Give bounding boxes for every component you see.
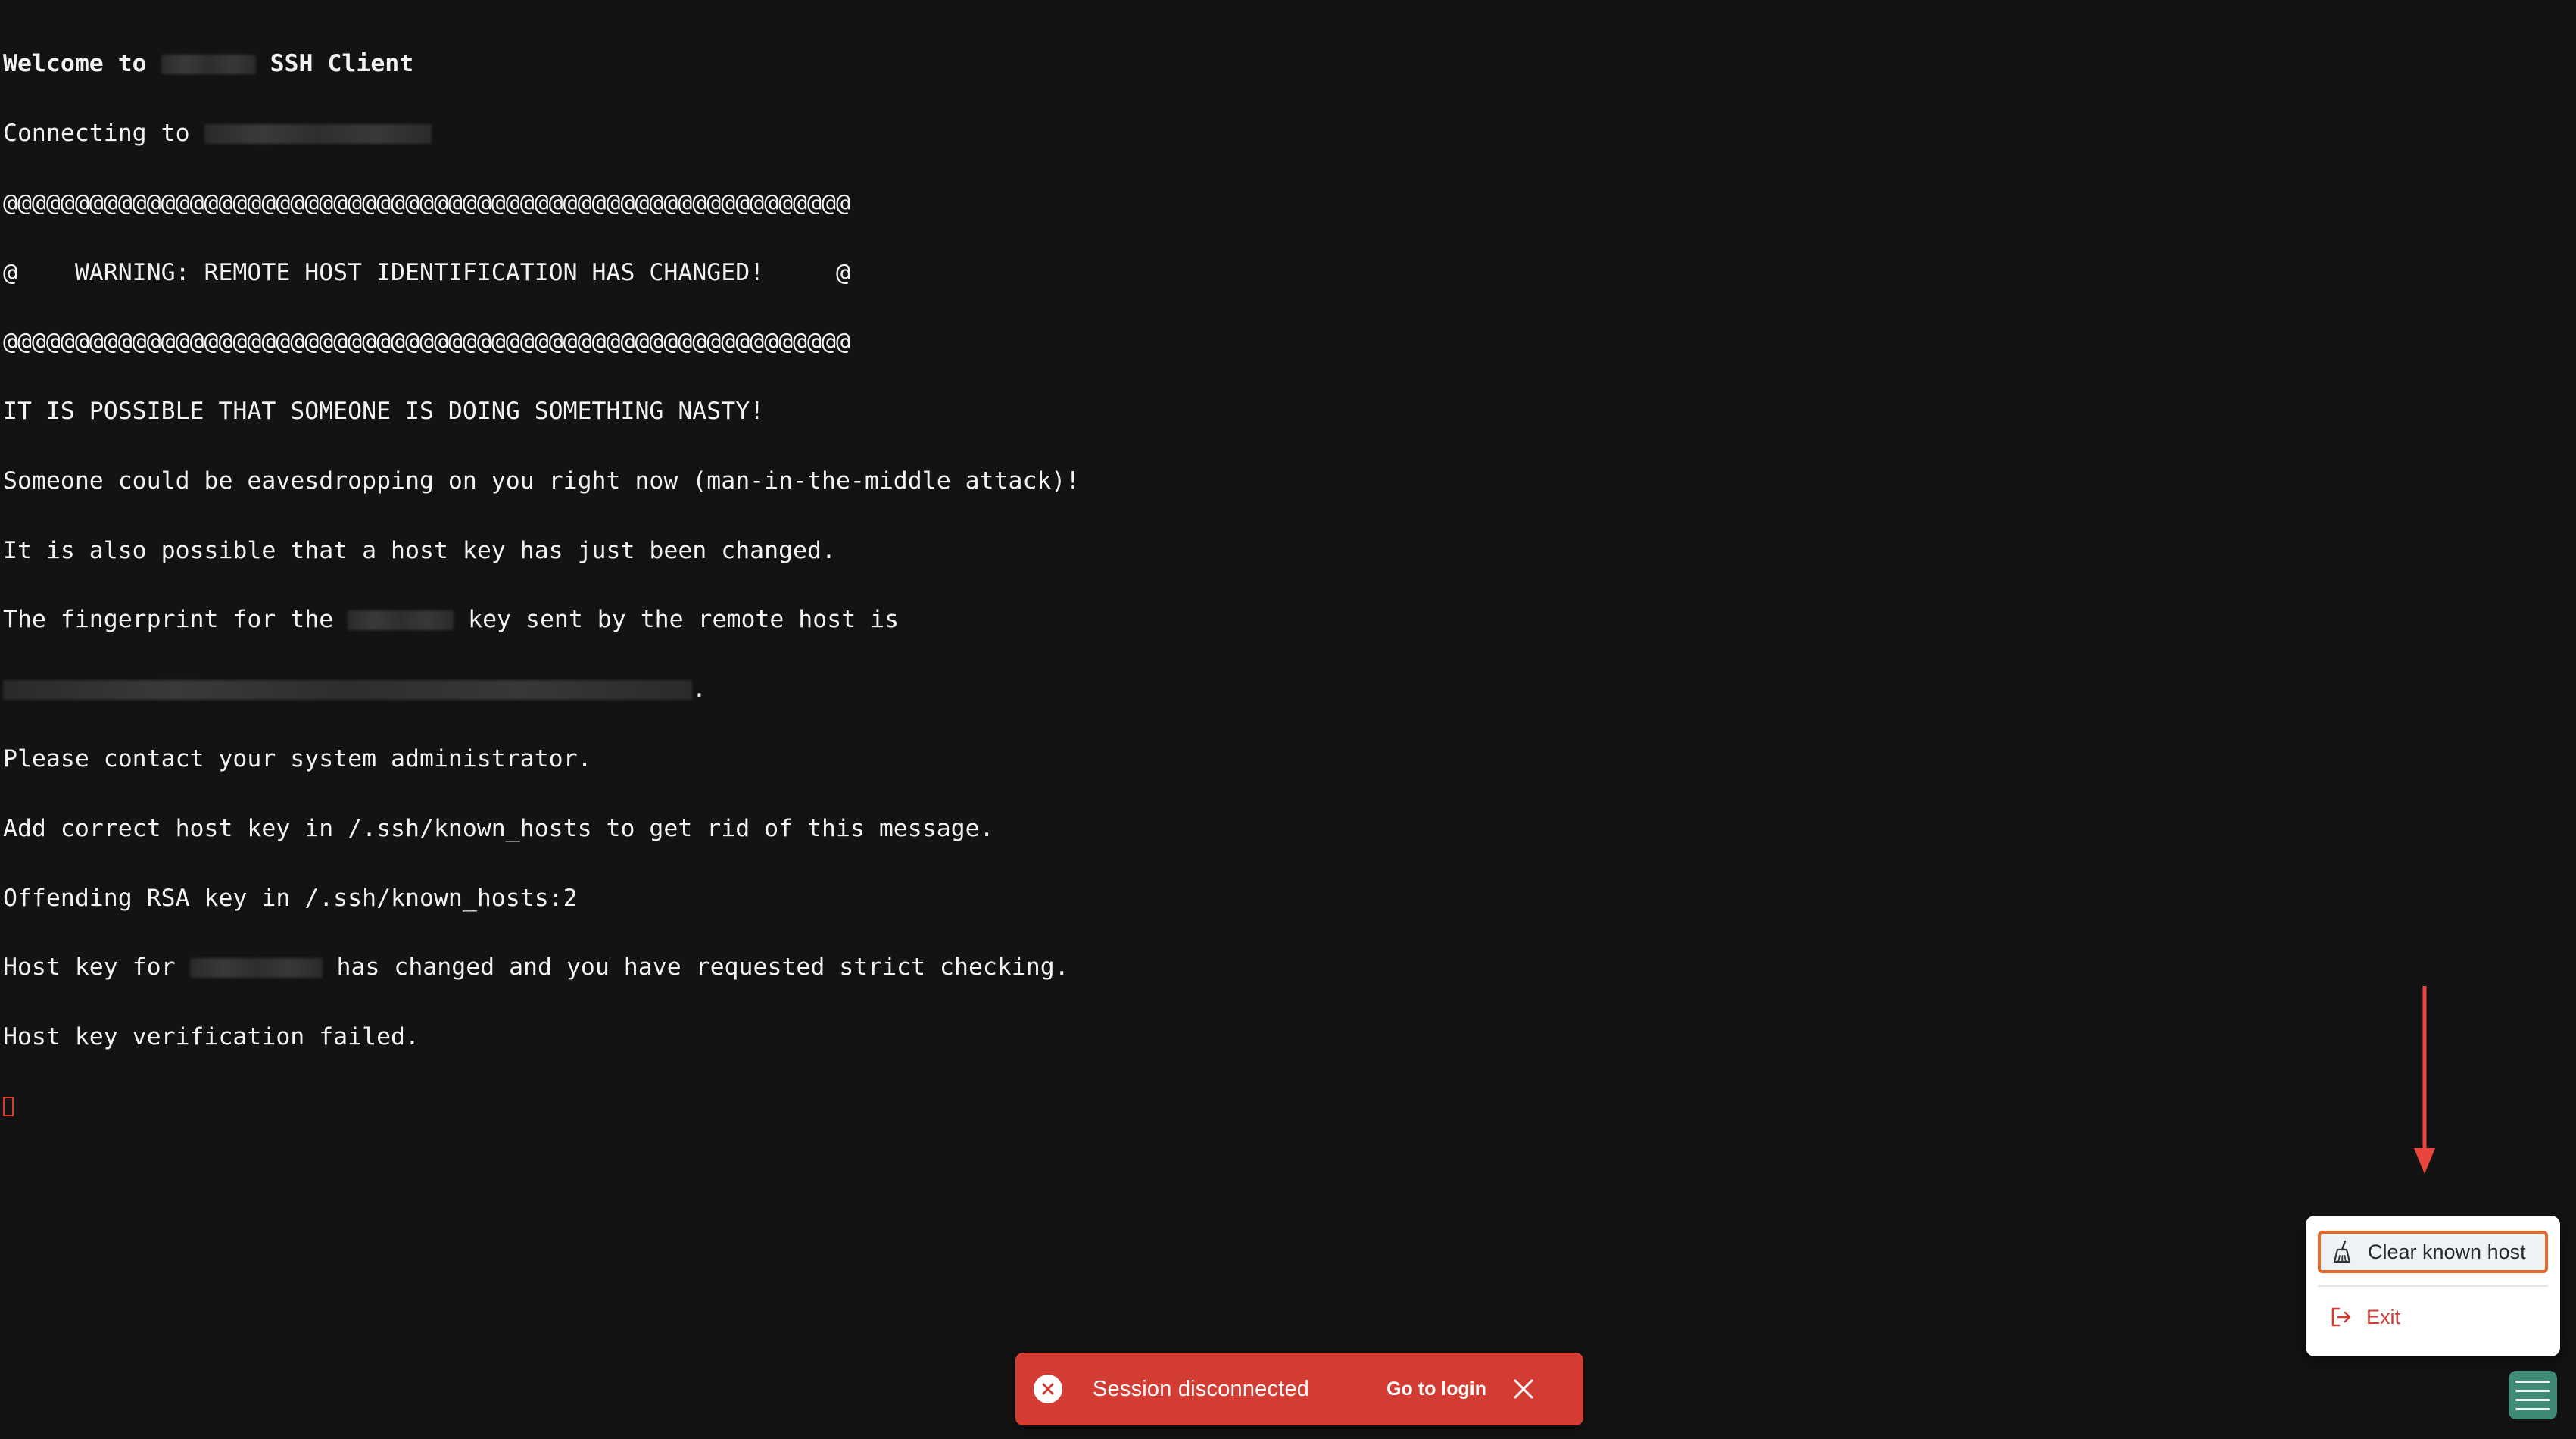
redacted-text bbox=[204, 123, 432, 144]
hamburger-line bbox=[2515, 1389, 2550, 1392]
terminal-line-connecting: Connecting to bbox=[3, 121, 1290, 145]
terminal-line-eavesdrop: Someone could be eavesdropping on you ri… bbox=[3, 467, 1081, 495]
annotation-arrow-icon bbox=[2414, 986, 2435, 1174]
terminal-cursor bbox=[3, 1096, 14, 1116]
terminal-line-add-correct: Add correct host key in /.ssh/known_host… bbox=[3, 814, 994, 842]
terminal-line-warning: @ WARNING: REMOTE HOST IDENTIFICATION HA… bbox=[3, 258, 850, 286]
terminal-line-verification-failed: Host key verification failed. bbox=[3, 1023, 419, 1051]
terminal-line-host-key-for: Host key for has changed and you have re… bbox=[3, 954, 1069, 982]
terminal-line-nasty: IT IS POSSIBLE THAT SOMEONE IS DOING SOM… bbox=[3, 398, 765, 426]
exit-label: Exit bbox=[2366, 1305, 2401, 1328]
terminal-line-fingerprint: The fingerprint for the key sent by the … bbox=[3, 606, 900, 634]
redacted-text bbox=[161, 55, 256, 75]
logout-icon bbox=[2327, 1303, 2356, 1331]
terminal-line-contact: Please contact your system administrator… bbox=[3, 745, 592, 773]
terminal-line-at-border: @@@@@@@@@@@@@@@@@@@@@@@@@@@@@@@@@@@@@@@@… bbox=[3, 189, 850, 217]
redacted-text bbox=[3, 680, 692, 701]
go-to-login-button[interactable]: Go to login bbox=[1386, 1378, 1486, 1400]
terminal-line-host-key-changed: It is also possible that a host key has … bbox=[3, 536, 836, 564]
broom-icon bbox=[2328, 1238, 2357, 1266]
terminal-line-cursor bbox=[3, 1095, 1290, 1119]
exit-button[interactable]: Exit bbox=[2318, 1297, 2548, 1337]
session-actions-menu: Clear known host Exit bbox=[2306, 1216, 2560, 1356]
redacted-text bbox=[189, 958, 323, 979]
close-icon[interactable] bbox=[1512, 1378, 1535, 1400]
hamburger-line bbox=[2515, 1407, 2550, 1410]
toast-message: Session disconnected bbox=[1093, 1376, 1310, 1401]
session-disconnected-toast: Session disconnected Go to login bbox=[1015, 1353, 1583, 1425]
hamburger-menu-button[interactable] bbox=[2509, 1371, 2557, 1419]
redacted-text bbox=[348, 610, 454, 631]
terminal-line-fingerprint-value: . bbox=[3, 677, 1290, 701]
hamburger-line bbox=[2515, 1398, 2550, 1401]
hamburger-line bbox=[2515, 1380, 2550, 1383]
terminal-output[interactable]: Welcome to SSH Client Connecting to @@@@… bbox=[3, 6, 1290, 1141]
terminal-line-at-border: @@@@@@@@@@@@@@@@@@@@@@@@@@@@@@@@@@@@@@@@… bbox=[3, 328, 850, 356]
error-circle-icon bbox=[1034, 1375, 1062, 1403]
clear-known-host-label: Clear known host bbox=[2368, 1240, 2526, 1263]
clear-known-host-button[interactable]: Clear known host bbox=[2318, 1231, 2548, 1273]
menu-divider bbox=[2318, 1285, 2548, 1287]
terminal-line-welcome: Welcome to SSH Client bbox=[3, 50, 414, 78]
terminal-line-offending: Offending RSA key in /.ssh/known_hosts:2 bbox=[3, 884, 578, 912]
